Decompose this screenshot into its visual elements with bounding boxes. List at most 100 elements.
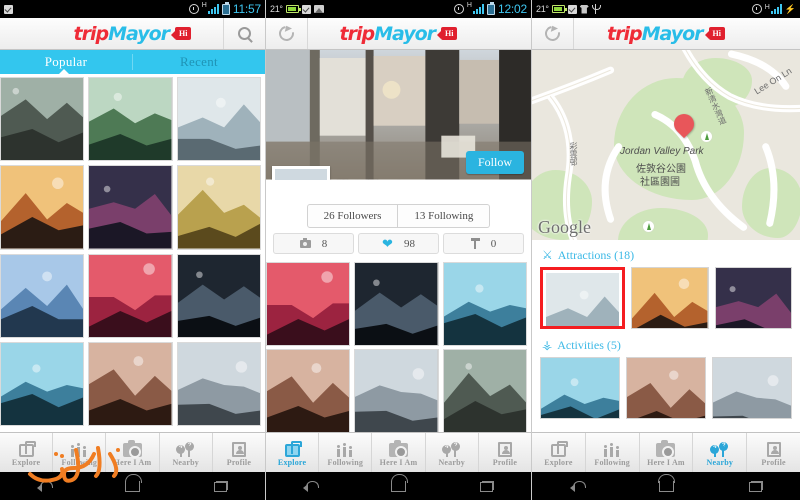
logo-mayor-text: Mayor xyxy=(641,22,704,45)
tab-profile[interactable]: Profile xyxy=(479,433,531,472)
nearby-thumbnail[interactable] xyxy=(712,357,792,419)
action-bar: trip Mayor Hi xyxy=(0,18,265,50)
map-label-park-cn2: 社區園圃 xyxy=(640,177,680,188)
section-title-activities: Activities (5) xyxy=(557,338,621,352)
photo-cell[interactable] xyxy=(354,349,439,432)
status-bar: 21° H 12:02 xyxy=(266,0,531,18)
back-icon[interactable] xyxy=(569,481,586,492)
tab-label: Here I Am xyxy=(113,457,152,467)
logo-mayor-text: Mayor xyxy=(108,22,170,45)
profile-name: Kate Tranter xyxy=(338,176,413,180)
map-label-park: Jordan Valley Park xyxy=(620,146,704,157)
following-button[interactable]: 13 Following xyxy=(398,204,491,228)
tab-label: Explore xyxy=(544,457,573,467)
android-nav-bar xyxy=(532,472,800,500)
photo-cell[interactable] xyxy=(442,262,527,347)
tab-nearby[interactable]: ??Nearby xyxy=(693,433,748,472)
tab-nearby[interactable]: ??Nearby xyxy=(160,433,213,472)
stat-pins[interactable]: 0 xyxy=(443,233,524,254)
photo-cell[interactable] xyxy=(0,165,85,250)
tab-here-i-am[interactable]: Here I Am xyxy=(372,433,426,472)
refresh-button[interactable] xyxy=(532,18,574,49)
photo-cell[interactable] xyxy=(88,165,173,250)
photo-cell[interactable] xyxy=(266,262,351,347)
nearby-thumbnail[interactable] xyxy=(540,267,626,329)
suitcase-icon xyxy=(18,439,36,457)
back-icon[interactable] xyxy=(303,481,319,492)
hi-badge: Hi xyxy=(436,27,458,40)
avatar-image xyxy=(275,169,327,180)
photo-cell[interactable] xyxy=(176,77,261,162)
photo-cell[interactable] xyxy=(88,253,173,339)
nearby-thumbnail[interactable] xyxy=(714,267,792,329)
followers-button[interactable]: 26 Followers xyxy=(306,204,399,228)
tab-explore[interactable]: Explore xyxy=(532,433,586,472)
profile-icon xyxy=(231,439,246,457)
alarm-icon xyxy=(453,4,464,14)
tab-profile[interactable]: Profile xyxy=(747,433,800,472)
map-pin[interactable] xyxy=(669,109,699,141)
nearby-thumbnail[interactable] xyxy=(631,267,709,329)
tab-here-i-am[interactable]: Here I Am xyxy=(106,433,160,472)
tab-nearby[interactable]: ??Nearby xyxy=(426,433,479,472)
tab-following[interactable]: Following xyxy=(53,433,107,472)
photo-cell[interactable] xyxy=(88,342,173,427)
avatar[interactable] xyxy=(272,166,330,180)
photo-cell[interactable] xyxy=(442,349,527,432)
temperature-indicator: 21° xyxy=(270,4,283,14)
home-icon[interactable] xyxy=(658,473,675,492)
tab-label: Nearby xyxy=(706,457,734,467)
tab-label: Following xyxy=(594,457,630,467)
tab-explore[interactable]: Explore xyxy=(266,433,320,472)
search-button[interactable] xyxy=(223,18,265,49)
recents-icon[interactable] xyxy=(480,480,494,492)
tab-label: Profile xyxy=(492,457,518,467)
tab-profile[interactable]: Profile xyxy=(213,433,265,472)
question-pins-icon: ?? xyxy=(176,439,195,457)
tab-following[interactable]: Following xyxy=(319,433,373,472)
tab-label: Following xyxy=(61,457,98,467)
photo-cell[interactable] xyxy=(354,262,439,347)
tab-explore[interactable]: Explore xyxy=(0,433,54,472)
photo-cell[interactable] xyxy=(176,165,261,250)
map-view[interactable]: Lee On Ln 新清水灣道 彩雲邨 Jordan Valley Park 佐… xyxy=(532,50,800,240)
recents-icon[interactable] xyxy=(214,480,228,492)
people-icon xyxy=(603,439,622,457)
question-pins-icon: ?? xyxy=(710,439,729,457)
stat-likes[interactable]: ❤ 98 xyxy=(358,233,439,254)
logo-trip-text: trip xyxy=(73,22,110,45)
photo-cell[interactable] xyxy=(266,349,351,432)
question-pins-icon: ?? xyxy=(442,439,461,457)
profile-icon xyxy=(497,439,512,457)
park-icon xyxy=(700,130,713,143)
photo-cell[interactable] xyxy=(176,253,261,339)
photo-cell[interactable] xyxy=(176,342,261,427)
tab-label: Here I Am xyxy=(379,457,418,467)
photo-cell[interactable] xyxy=(0,77,85,162)
photo-cell[interactable] xyxy=(0,342,85,427)
home-icon[interactable] xyxy=(124,473,142,492)
stat-photos[interactable]: 8 xyxy=(273,233,354,254)
tab-label: Explore xyxy=(277,457,307,467)
refresh-icon xyxy=(542,23,563,44)
refresh-icon xyxy=(276,23,297,44)
camera-icon xyxy=(123,439,142,458)
tab-recent[interactable]: Recent xyxy=(133,50,265,74)
status-bar: H 11:57 xyxy=(0,0,265,18)
home-icon[interactable] xyxy=(390,473,408,492)
photo-cell[interactable] xyxy=(88,77,173,162)
stat-likes-value: 98 xyxy=(403,237,415,250)
tab-here-i-am[interactable]: Here I Am xyxy=(640,433,694,472)
android-nav-bar xyxy=(0,472,265,500)
recents-icon[interactable] xyxy=(748,480,763,492)
tab-following[interactable]: Following xyxy=(586,433,640,472)
photo-cell[interactable] xyxy=(0,253,85,339)
signal-h-icon: H xyxy=(466,2,472,9)
refresh-button[interactable] xyxy=(266,18,308,49)
nearby-thumbnail[interactable] xyxy=(540,357,620,419)
usb-icon xyxy=(591,4,601,14)
back-icon[interactable] xyxy=(37,481,53,492)
follow-button[interactable]: Follow xyxy=(465,151,524,174)
nearby-thumbnail[interactable] xyxy=(626,357,706,419)
profile-identity: Kate Tranter ⌂ Australia xyxy=(272,166,413,180)
